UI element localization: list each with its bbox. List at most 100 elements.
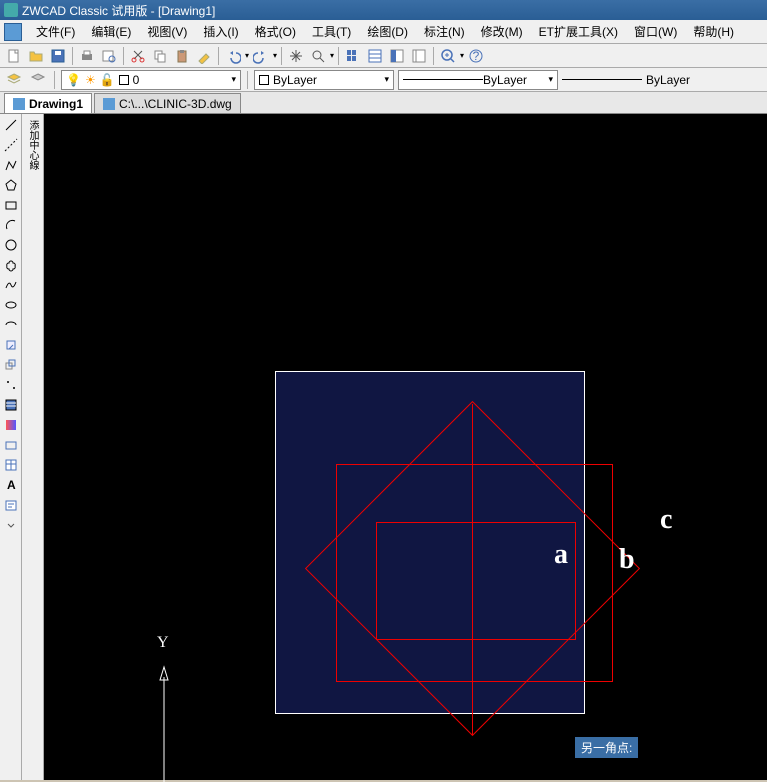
menu-bar: 文件(F) 编辑(E) 视图(V) 插入(I) 格式(O) 工具(T) 绘图(D… bbox=[0, 20, 767, 44]
point-tool[interactable] bbox=[2, 376, 20, 394]
chevron-down-icon: ▾ bbox=[384, 74, 389, 85]
construction-line-tool[interactable] bbox=[2, 136, 20, 154]
chevron-down-icon: ▾ bbox=[231, 74, 236, 85]
menu-dimension[interactable]: 标注(N) bbox=[416, 21, 473, 42]
dropdown-icon[interactable] bbox=[2, 516, 20, 534]
sun-icon: ☀ bbox=[85, 73, 96, 87]
print-button[interactable] bbox=[77, 46, 97, 66]
mtext-tool[interactable] bbox=[2, 496, 20, 514]
linetype-dropdown[interactable]: ByLayer ▾ bbox=[398, 70, 558, 90]
layer-color-swatch bbox=[119, 75, 129, 85]
tool-palettes-button[interactable] bbox=[409, 46, 429, 66]
ellipse-arc-tool[interactable] bbox=[2, 316, 20, 334]
polygon-tool[interactable] bbox=[2, 176, 20, 194]
color-dropdown[interactable]: ByLayer ▾ bbox=[254, 70, 394, 90]
cut-button[interactable] bbox=[128, 46, 148, 66]
svg-text:?: ? bbox=[473, 49, 480, 63]
region-tool[interactable] bbox=[2, 436, 20, 454]
menu-format[interactable]: 格式(O) bbox=[247, 21, 304, 42]
toolbar-grid-button[interactable] bbox=[343, 46, 363, 66]
print-preview-button[interactable] bbox=[99, 46, 119, 66]
separator bbox=[123, 47, 124, 65]
document-tab-bar: Drawing1 C:\...\CLINIC-3D.dwg bbox=[0, 92, 767, 114]
tab-label: C:\...\CLINIC-3D.dwg bbox=[119, 97, 232, 111]
menu-view[interactable]: 视图(V) bbox=[139, 21, 195, 42]
tab-clinic-3d[interactable]: C:\...\CLINIC-3D.dwg bbox=[94, 93, 241, 113]
zoom-window-button[interactable] bbox=[438, 46, 458, 66]
pan-button[interactable] bbox=[286, 46, 306, 66]
zoom-realtime-button[interactable] bbox=[308, 46, 328, 66]
separator bbox=[433, 47, 434, 65]
ucs-y-label: Y bbox=[157, 634, 169, 652]
tab-drawing1[interactable]: Drawing1 bbox=[4, 93, 92, 113]
undo-dropdown-icon[interactable]: ▾ bbox=[245, 51, 249, 60]
annotation-a: a bbox=[554, 539, 568, 571]
red-vertical-line bbox=[472, 404, 473, 735]
layer-prev-button[interactable] bbox=[28, 70, 48, 90]
app-menu-icon[interactable] bbox=[4, 23, 22, 41]
chevron-down-icon: ▾ bbox=[548, 74, 553, 85]
redo-dropdown-icon[interactable]: ▾ bbox=[273, 51, 277, 60]
ellipse-tool[interactable] bbox=[2, 296, 20, 314]
lineweight-preview bbox=[562, 79, 642, 80]
separator bbox=[218, 47, 219, 65]
properties-toolbar: 💡 ☀ 🔓 0 ▾ ByLayer ▾ ByLayer ▾ ByLayer bbox=[0, 68, 767, 92]
copy-button[interactable] bbox=[150, 46, 170, 66]
title-bar: ZWCAD Classic 试用版 - [Drawing1] bbox=[0, 0, 767, 20]
app-logo-icon bbox=[4, 3, 18, 17]
circle-tool[interactable] bbox=[2, 236, 20, 254]
color-swatch bbox=[259, 75, 269, 85]
dimension-toolbar-label: 添加中心線 bbox=[25, 116, 40, 170]
line-tool[interactable] bbox=[2, 116, 20, 134]
gradient-tool[interactable] bbox=[2, 416, 20, 434]
text-tool[interactable]: A bbox=[2, 476, 20, 494]
menu-draw[interactable]: 绘图(D) bbox=[359, 21, 416, 42]
lineweight-dropdown[interactable]: ByLayer bbox=[562, 73, 690, 87]
rectangle-tool[interactable] bbox=[2, 196, 20, 214]
redo-button[interactable] bbox=[251, 46, 271, 66]
svg-text:A: A bbox=[7, 478, 16, 492]
lock-icon: 🔓 bbox=[100, 73, 115, 87]
help-button[interactable]: ? bbox=[466, 46, 486, 66]
polyline-tool[interactable] bbox=[2, 156, 20, 174]
annotation-b: b bbox=[619, 544, 635, 576]
dimension-toolbar: 添加中心線 bbox=[22, 114, 44, 780]
menu-file[interactable]: 文件(F) bbox=[28, 21, 83, 42]
make-block-tool[interactable] bbox=[2, 356, 20, 374]
linetype-value: ByLayer bbox=[483, 73, 527, 87]
properties-button[interactable] bbox=[365, 46, 385, 66]
drawing-canvas[interactable]: a b c Y 另一角点: bbox=[44, 114, 767, 780]
paste-button[interactable] bbox=[172, 46, 192, 66]
menu-insert[interactable]: 插入(I) bbox=[195, 21, 246, 42]
ucs-y-axis-icon bbox=[154, 662, 174, 782]
separator bbox=[54, 71, 55, 89]
lineweight-value: ByLayer bbox=[646, 73, 690, 87]
menu-edit[interactable]: 编辑(E) bbox=[83, 21, 139, 42]
menu-window[interactable]: 窗口(W) bbox=[626, 21, 685, 42]
menu-help[interactable]: 帮助(H) bbox=[685, 21, 742, 42]
zoom-dropdown-icon[interactable]: ▾ bbox=[330, 51, 334, 60]
insert-block-tool[interactable] bbox=[2, 336, 20, 354]
menu-tools[interactable]: 工具(T) bbox=[304, 21, 359, 42]
command-prompt-tooltip: 另一角点: bbox=[574, 736, 639, 759]
separator bbox=[281, 47, 282, 65]
arc-tool[interactable] bbox=[2, 216, 20, 234]
hatch-tool[interactable] bbox=[2, 396, 20, 414]
table-tool[interactable] bbox=[2, 456, 20, 474]
draw-toolbar: A bbox=[0, 114, 22, 780]
menu-et-ext[interactable]: ET扩展工具(X) bbox=[531, 21, 626, 42]
work-area: A 添加中心線 a b c Y bbox=[0, 114, 767, 780]
open-button[interactable] bbox=[26, 46, 46, 66]
layer-manager-button[interactable] bbox=[4, 70, 24, 90]
undo-button[interactable] bbox=[223, 46, 243, 66]
spline-tool[interactable] bbox=[2, 276, 20, 294]
menu-modify[interactable]: 修改(M) bbox=[473, 21, 531, 42]
zoom-window-dropdown-icon[interactable]: ▾ bbox=[460, 51, 464, 60]
match-props-button[interactable] bbox=[194, 46, 214, 66]
design-center-button[interactable] bbox=[387, 46, 407, 66]
dwg-icon bbox=[103, 98, 115, 110]
revision-cloud-tool[interactable] bbox=[2, 256, 20, 274]
save-button[interactable] bbox=[48, 46, 68, 66]
layer-dropdown[interactable]: 💡 ☀ 🔓 0 ▾ bbox=[61, 70, 241, 90]
new-button[interactable] bbox=[4, 46, 24, 66]
